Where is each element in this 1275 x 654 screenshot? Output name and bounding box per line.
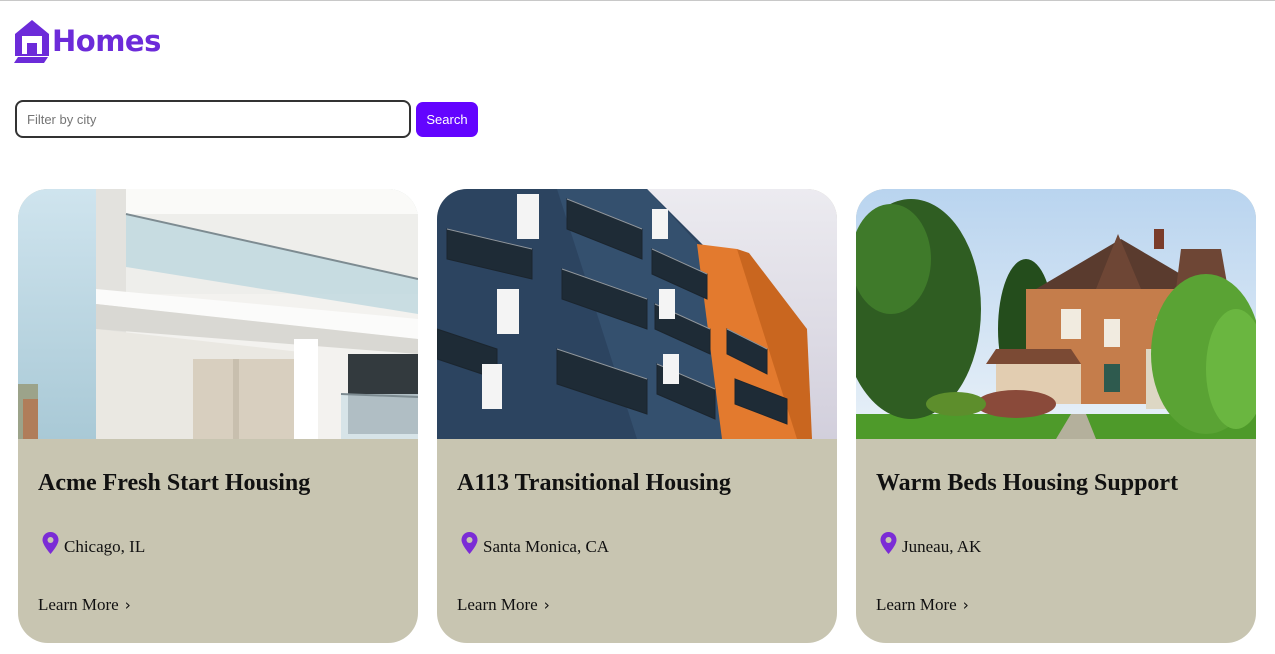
search-button[interactable]: Search: [416, 101, 478, 137]
learn-more-link[interactable]: Learn More ›: [876, 595, 969, 615]
listing-location: Santa Monica, CA: [461, 532, 610, 556]
city-filter-input[interactable]: [15, 100, 411, 138]
location-pin-icon: [880, 532, 897, 554]
victorian-house-photo: [856, 189, 1256, 439]
homes-logo[interactable]: Homes: [14, 19, 161, 63]
listing-card[interactable]: Acme Fresh Start Housing Chicago, IL Lea…: [18, 189, 418, 643]
listing-title: Acme Fresh Start Housing: [38, 470, 311, 496]
listing-title: Warm Beds Housing Support: [876, 470, 1179, 496]
location-pin-icon: [42, 532, 59, 554]
location-pin-icon: [461, 532, 478, 554]
modern-apartment-photo: [18, 189, 418, 439]
learn-more-label: Learn More: [457, 595, 538, 614]
learn-more-link[interactable]: Learn More ›: [457, 595, 550, 615]
listing-location: Chicago, IL: [42, 532, 146, 556]
learn-more-label: Learn More: [38, 595, 119, 614]
learn-more-label: Learn More: [876, 595, 957, 614]
location-text: Juneau, AK: [902, 537, 982, 556]
brand-name: Homes: [52, 23, 161, 58]
chevron-right-icon: ›: [962, 596, 969, 614]
listing-card[interactable]: A113 Transitional Housing Santa Monica, …: [437, 189, 837, 643]
listing-location: Juneau, AK: [880, 532, 982, 556]
listing-cards: Acme Fresh Start Housing Chicago, IL Lea…: [18, 189, 1256, 643]
listing-title: A113 Transitional Housing: [457, 470, 731, 496]
apartment-balconies-photo: [437, 189, 837, 439]
search-bar: Search: [15, 100, 478, 138]
chevron-right-icon: ›: [124, 596, 131, 614]
listing-card[interactable]: Warm Beds Housing Support Juneau, AK Lea…: [856, 189, 1256, 643]
learn-more-link[interactable]: Learn More ›: [38, 595, 131, 615]
house-logo-icon: [14, 20, 49, 63]
chevron-right-icon: ›: [543, 596, 550, 614]
location-text: Santa Monica, CA: [483, 537, 610, 556]
location-text: Chicago, IL: [64, 537, 146, 556]
